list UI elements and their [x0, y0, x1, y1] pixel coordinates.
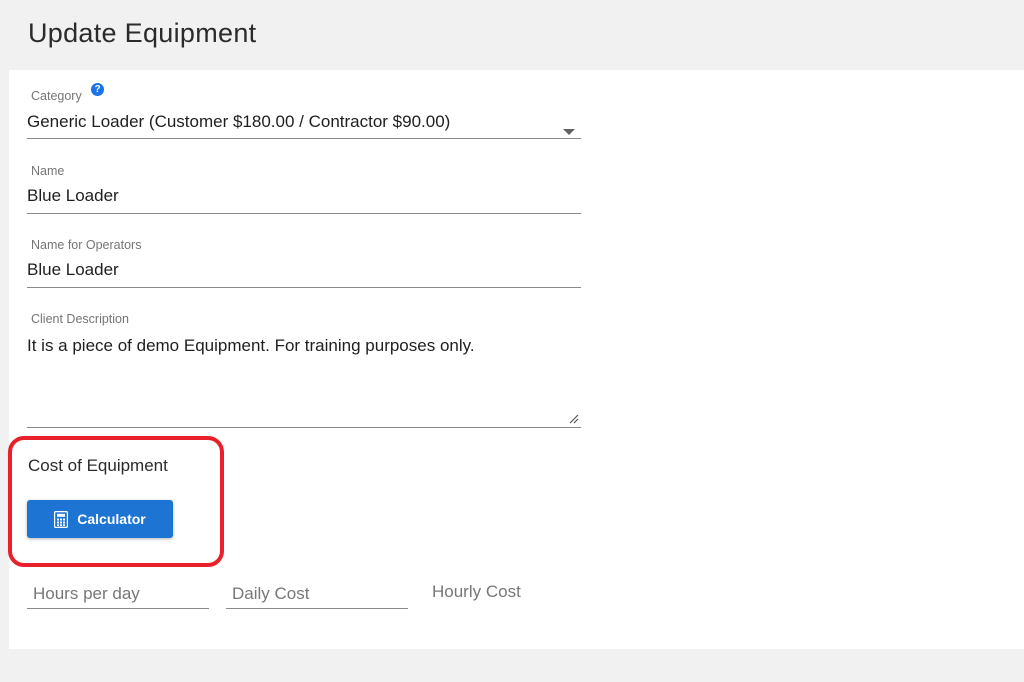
category-value: Generic Loader (Customer $180.00 / Contr…	[27, 112, 451, 131]
caret-down-icon[interactable]	[563, 129, 575, 135]
operator-name-value: Blue Loader	[27, 260, 119, 279]
daily-cost-field	[226, 580, 408, 609]
client-description-textarea[interactable]: Client Description It is a piece of demo…	[27, 308, 581, 428]
resize-handle-icon[interactable]	[569, 414, 579, 424]
daily-cost-input[interactable]	[226, 580, 408, 608]
calculator-icon	[54, 510, 69, 528]
calculator-button-label: Calculator	[77, 511, 146, 527]
hours-per-day-input[interactable]	[27, 580, 209, 608]
client-description-value: It is a piece of demo Equipment. For tra…	[27, 336, 475, 355]
name-field[interactable]: Name Blue Loader	[27, 160, 581, 214]
operator-name-field[interactable]: Name for Operators Blue Loader	[27, 234, 581, 288]
category-label: Category	[31, 89, 82, 103]
hourly-cost-label: Hourly Cost	[432, 582, 521, 601]
cost-of-equipment-heading: Cost of Equipment	[28, 456, 168, 475]
page-title: Update Equipment	[28, 18, 257, 48]
name-label: Name	[31, 164, 65, 178]
name-value: Blue Loader	[27, 186, 119, 205]
calculator-button[interactable]: Calculator	[27, 500, 173, 538]
client-description-label: Client Description	[31, 312, 129, 326]
category-select[interactable]: Category ? Generic Loader (Customer $180…	[27, 83, 581, 139]
operator-name-label: Name for Operators	[31, 238, 142, 252]
hours-per-day-field	[27, 580, 209, 609]
help-icon[interactable]: ?	[91, 83, 104, 96]
